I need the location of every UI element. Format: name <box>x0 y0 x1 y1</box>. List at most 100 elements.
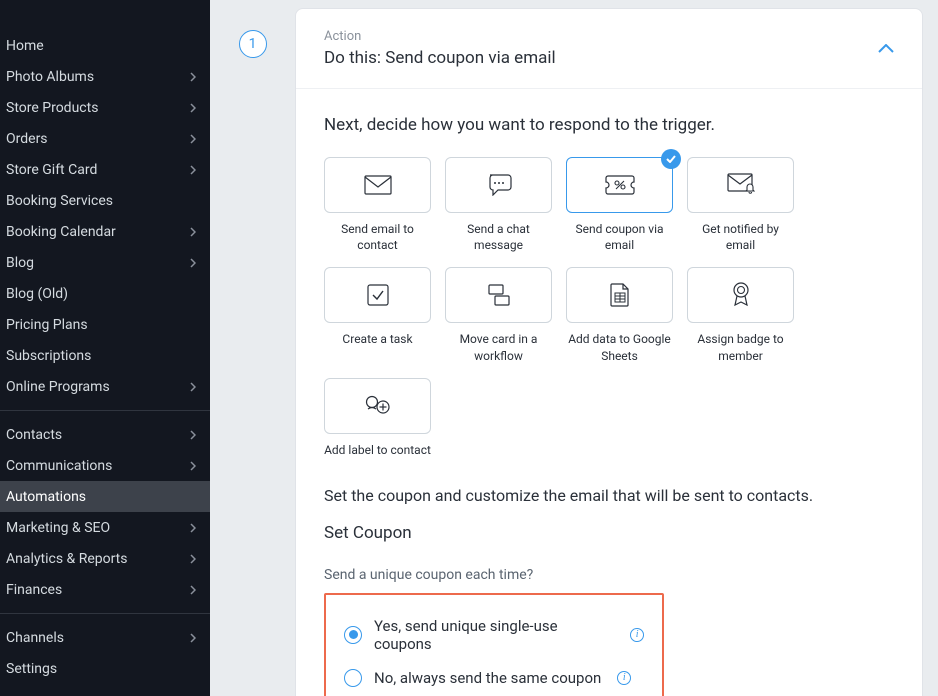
sidebar-item-label: Marketing & SEO <box>6 520 110 536</box>
sidebar-item-channels[interactable]: Channels <box>0 622 210 653</box>
unique-coupon-radio-group: Yes, send unique single-use coupons i No… <box>324 593 664 696</box>
radio-no-label: No, always send the same coupon <box>374 669 601 687</box>
sidebar-item-label: Blog (Old) <box>6 286 68 302</box>
step-number-badge: 1 <box>239 30 267 58</box>
sidebar-item-online-programs[interactable]: Online Programs <box>0 371 210 402</box>
mail-icon <box>364 175 392 195</box>
card-label: Action <box>324 29 556 44</box>
sidebar-item-store-products[interactable]: Store Products <box>0 92 210 123</box>
action-grid: Send email to contact Send a chat message… <box>324 157 894 458</box>
sidebar-item-label: Photo Albums <box>6 69 94 85</box>
sidebar-item-orders[interactable]: Orders <box>0 123 210 154</box>
label-icon <box>364 395 392 417</box>
sidebar-item-analytics-reports[interactable]: Analytics & Reports <box>0 543 210 574</box>
chevron-right-icon <box>190 103 196 113</box>
sidebar-item-label: Blog <box>6 255 34 271</box>
sidebar-item-marketing-seo[interactable]: Marketing & SEO <box>0 512 210 543</box>
card-title: Do this: Send coupon via email <box>324 48 556 68</box>
sidebar-item-home[interactable]: Home <box>0 30 210 61</box>
sidebar-item-label: Settings <box>6 661 57 677</box>
sidebar-item-label: Analytics & Reports <box>6 551 128 567</box>
action-tile-label: Create a task <box>342 331 412 347</box>
sidebar-item-subscriptions[interactable]: Subscriptions <box>0 340 210 371</box>
sheets-icon <box>610 283 630 307</box>
sidebar-item-blog-old[interactable]: Blog (Old) <box>0 278 210 309</box>
unique-coupon-question: Send a unique coupon each time? <box>324 567 894 583</box>
sidebar-item-label: Subscriptions <box>6 348 91 364</box>
sidebar-item-label: Store Products <box>6 100 98 116</box>
chevron-right-icon <box>190 134 196 144</box>
sidebar-item-label: Store Gift Card <box>6 162 97 178</box>
chat-icon <box>486 174 512 196</box>
radio-yes-unique[interactable]: Yes, send unique single-use coupons i <box>344 609 644 661</box>
action-tile-notify[interactable]: Get notified by email <box>687 157 794 253</box>
action-tile-coupon[interactable]: Send coupon via email <box>566 157 673 253</box>
action-tile-chat[interactable]: Send a chat message <box>445 157 552 253</box>
action-prompt: Next, decide how you want to respond to … <box>324 115 894 135</box>
chevron-right-icon <box>190 585 196 595</box>
sidebar-item-contacts[interactable]: Contacts <box>0 419 210 450</box>
radio-no-same[interactable]: No, always send the same coupon i <box>344 661 644 695</box>
sidebar-item-label: Orders <box>6 131 48 147</box>
badge-icon <box>731 282 751 308</box>
sidebar-item-blog[interactable]: Blog <box>0 247 210 278</box>
section-subtitle: Set the coupon and customize the email t… <box>324 486 894 505</box>
action-tile-badge[interactable]: Assign badge to member <box>687 267 794 363</box>
action-tile-label: Add data to Google Sheets <box>566 331 673 363</box>
sidebar-item-label: Finances <box>6 582 62 598</box>
sidebar-item-finances[interactable]: Finances <box>0 574 210 605</box>
sidebar-item-label: Home <box>6 38 44 54</box>
sidebar-item-photo-albums[interactable]: Photo Albums <box>0 61 210 92</box>
action-card: Action Do this: Send coupon via email Ne… <box>295 8 923 696</box>
action-tile-label: Send coupon via email <box>566 221 673 253</box>
sidebar-item-store-gift-card[interactable]: Store Gift Card <box>0 154 210 185</box>
radio-yes-label: Yes, send unique single-use coupons <box>374 617 614 653</box>
sidebar-item-booking-services[interactable]: Booking Services <box>0 185 210 216</box>
coupon-icon <box>605 175 635 195</box>
radio-indicator-no <box>344 669 362 687</box>
action-tile-label: Add label to contact <box>324 442 431 458</box>
action-tile-label: Send a chat message <box>445 221 552 253</box>
action-tile-label: Send email to contact <box>324 221 431 253</box>
info-icon[interactable]: i <box>617 671 631 685</box>
main-content: 1 Action Do this: Send coupon via email … <box>210 0 938 696</box>
chevron-right-icon <box>190 227 196 237</box>
action-tile-label: Assign badge to member <box>687 331 794 363</box>
action-tile-sheets[interactable]: Add data to Google Sheets <box>566 267 673 363</box>
sidebar-item-label: Pricing Plans <box>6 317 88 333</box>
sidebar-item-label: Channels <box>6 630 64 646</box>
sidebar-item-label: Booking Services <box>6 193 113 209</box>
set-coupon-heading: Set Coupon <box>324 523 894 543</box>
collapse-toggle[interactable] <box>878 39 894 58</box>
sidebar-item-label: Online Programs <box>6 379 110 395</box>
workflow-icon <box>486 284 512 306</box>
chevron-right-icon <box>190 554 196 564</box>
action-tile-label: Move card in a workflow <box>445 331 552 363</box>
sidebar-item-booking-calendar[interactable]: Booking Calendar <box>0 216 210 247</box>
sidebar-item-pricing-plans[interactable]: Pricing Plans <box>0 309 210 340</box>
chevron-right-icon <box>190 258 196 268</box>
sidebar-item-label: Communications <box>6 458 112 474</box>
chevron-right-icon <box>190 72 196 82</box>
notify-icon <box>727 173 755 197</box>
info-icon[interactable]: i <box>630 628 644 642</box>
sidebar-item-label: Booking Calendar <box>6 224 116 240</box>
chevron-right-icon <box>190 430 196 440</box>
chevron-right-icon <box>190 382 196 392</box>
action-tile-label: Get notified by email <box>687 221 794 253</box>
sidebar-item-communications[interactable]: Communications <box>0 450 210 481</box>
selected-check-icon <box>661 149 681 169</box>
action-tile-mail[interactable]: Send email to contact <box>324 157 431 253</box>
sidebar-item-label: Contacts <box>6 427 62 443</box>
radio-indicator-yes <box>344 626 362 644</box>
chevron-right-icon <box>190 523 196 533</box>
sidebar-item-label: Automations <box>6 489 86 505</box>
action-tile-label[interactable]: Add label to contact <box>324 378 431 458</box>
sidebar-item-settings[interactable]: Settings <box>0 653 210 684</box>
action-tile-workflow[interactable]: Move card in a workflow <box>445 267 552 363</box>
sidebar-item-automations[interactable]: Automations <box>0 481 210 512</box>
chevron-right-icon <box>190 633 196 643</box>
action-tile-task[interactable]: Create a task <box>324 267 431 363</box>
sidebar: Home Photo Albums Store Products Orders Stor… <box>0 0 210 696</box>
task-icon <box>367 284 389 306</box>
